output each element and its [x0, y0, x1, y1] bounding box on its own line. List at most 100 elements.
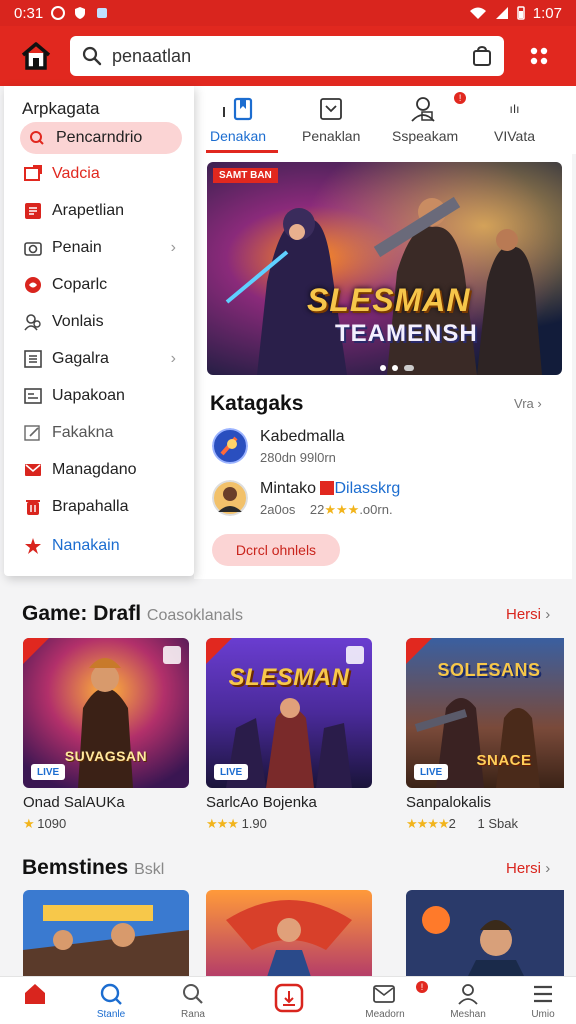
search-bar[interactable]: penaatlan	[70, 36, 504, 76]
drawer-item-arapetlian[interactable]: Arapetlian	[20, 195, 182, 227]
mail-icon	[25, 464, 41, 476]
tab-sspeakam[interactable]: ! Sspeakam	[392, 92, 467, 150]
globe-icon	[100, 983, 122, 1005]
drawer-item-label: Managdano	[52, 461, 137, 478]
drawer-item-uapakoan[interactable]: Uapakoan	[20, 380, 182, 412]
card-corner-icon	[163, 646, 181, 664]
katagaks-action-button[interactable]: Dcrcl ohnlels	[212, 534, 340, 566]
game-card[interactable]: SOLESANS SNACE LIVE	[406, 638, 572, 788]
game-card-art	[206, 890, 372, 980]
game-card[interactable]	[406, 890, 572, 980]
game-name: Sanpalokalis	[406, 794, 492, 811]
item-name: Kabedmalla	[260, 428, 345, 445]
carousel-indicator[interactable]	[380, 365, 414, 371]
drawer-item-managdano[interactable]: Managdano	[20, 454, 182, 486]
home-icon	[21, 42, 51, 70]
drawer-item-brapahalla[interactable]: Brapahalla	[20, 491, 182, 523]
section-title: Game: Drafl Coasoklanals	[22, 602, 243, 625]
featured-banner[interactable]: SAMT BAN SLESMAN TEAMENSH	[207, 162, 562, 375]
card-logo: SUVAGSAN	[64, 748, 148, 764]
card-logo: SOLESANS	[437, 660, 541, 680]
nav-center[interactable]	[254, 981, 324, 1023]
nav-meshan[interactable]: Meshan	[433, 981, 503, 1023]
nav-meadorn[interactable]: ! Meadorn	[350, 981, 428, 1023]
search-icon	[30, 131, 44, 145]
battery-icon	[517, 6, 525, 20]
drawer-item-nanakain[interactable]: Nanakain	[20, 530, 182, 562]
shopping-bag-icon[interactable]	[472, 45, 492, 67]
nav-umio[interactable]: Umio	[508, 981, 576, 1023]
apps-grid-icon	[530, 47, 548, 65]
drawer-item-fakakna[interactable]: Fakakna	[20, 417, 182, 449]
top-bar: penaatlan	[0, 26, 576, 86]
list-item[interactable]: Kabedmalla 280dn 99l0rn	[212, 428, 562, 468]
drawer-title: Arpkagata	[22, 99, 100, 118]
bookmark-icon	[223, 97, 253, 121]
app-notification-icon	[97, 8, 108, 18]
star-icon	[25, 538, 41, 554]
drawer-item-label: Nanakain	[52, 537, 120, 554]
chevron-right-icon: ›	[170, 350, 176, 367]
tab-label: Penaklan	[302, 128, 361, 144]
game-card[interactable]	[206, 890, 372, 980]
tab-denakan[interactable]: Denakan	[210, 94, 266, 150]
apps-menu-button[interactable]	[524, 41, 554, 71]
nav-rana[interactable]: Rana	[158, 981, 228, 1023]
game-card[interactable]: SUVAGSAN LIVE	[23, 638, 189, 788]
game-card-art	[406, 890, 564, 980]
card-ribbon	[23, 638, 49, 664]
tab-label: Denakan	[210, 128, 267, 144]
search-input[interactable]: penaatlan	[112, 46, 472, 67]
camera-icon	[24, 242, 42, 256]
status-time: 0:31	[14, 4, 44, 22]
search-icon	[183, 984, 203, 1004]
list-item[interactable]: Mintako Dilasskrg 2a0os 22★★★.o0rn.	[212, 480, 562, 520]
drawer-item-label: Vadcia	[52, 165, 100, 182]
notification-badge: !	[454, 92, 467, 104]
drawer-item-label: Arapetlian	[52, 202, 125, 219]
list-icon	[25, 203, 41, 219]
section-title: Bemstines Bskl	[22, 856, 165, 879]
card-badge: LIVE	[414, 764, 449, 780]
section-subtitle: Coasoklanals	[146, 607, 243, 624]
user-icon	[458, 984, 478, 1005]
drawer-item-label: Vonlais	[52, 313, 104, 330]
battery-text: 1:07	[532, 4, 562, 22]
banner-title: SLESMAN	[307, 282, 471, 318]
home-button[interactable]	[14, 34, 58, 78]
status-bar: 0:31 1:07	[0, 0, 576, 26]
nav-home[interactable]	[0, 981, 70, 1023]
tab-penaklan[interactable]: Penaklan	[302, 94, 360, 150]
drawer-item-gagalra[interactable]: Gagalra ›	[20, 343, 182, 375]
tab-bar: Denakan Penaklan ! Sspeakam ıIı VIVata	[194, 86, 576, 154]
download-icon	[320, 98, 343, 120]
avatar	[212, 428, 248, 464]
drawer-item-pencarndrio[interactable]: Pencarndrio	[20, 122, 182, 154]
nav-stanle[interactable]: Stanle	[76, 981, 146, 1023]
card-logo-secondary: SNACE	[476, 752, 532, 769]
drawer-item-coparlc[interactable]: Coparlc	[20, 269, 182, 301]
katagaks-more-link[interactable]: Vra ›	[514, 396, 542, 411]
tab-vivata[interactable]: ıIı VIVata	[494, 94, 535, 150]
item-name: Mintako Dilasskrg	[260, 480, 401, 497]
drawer-item-vonlais[interactable]: Vonlais	[20, 306, 182, 338]
avatar	[212, 480, 248, 516]
drawer-item-label: Uapakoan	[52, 387, 125, 404]
section-more-link[interactable]: Hersi ›	[506, 860, 550, 877]
section-more-link[interactable]: Hersi ›	[506, 606, 550, 623]
drawer-item-label: Brapahalla	[52, 498, 129, 515]
tab-icon: ıIı	[509, 102, 520, 116]
tab-label: VIVata	[494, 128, 535, 144]
side-drawer: Arpkagata Pencarndrio Vadcia Arapetlian …	[4, 86, 194, 576]
notification-icon	[51, 6, 66, 20]
item-meta: 2a0os 22★★★.o0rn.	[260, 502, 393, 517]
search-icon	[82, 46, 102, 66]
drawer-item-penain[interactable]: Penain ›	[20, 232, 182, 264]
drawer-item-vadcia[interactable]: Vadcia	[20, 158, 182, 190]
edit-icon	[24, 425, 40, 441]
game-card[interactable]	[23, 890, 189, 980]
circle-icon	[25, 277, 41, 293]
game-card[interactable]: SLESMAN LIVE	[206, 638, 372, 788]
trash-icon	[26, 500, 40, 515]
card-badge: LIVE	[31, 764, 66, 780]
